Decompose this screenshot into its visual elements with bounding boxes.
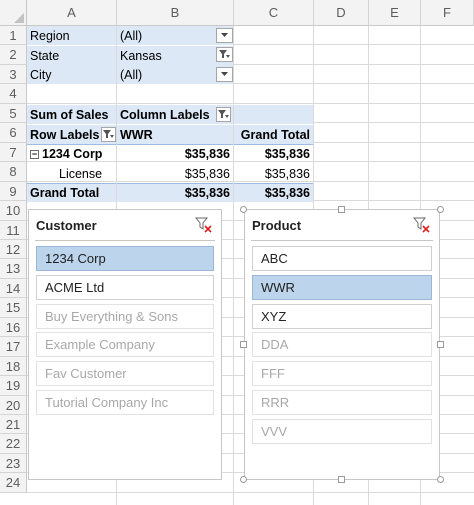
column-header-d[interactable]: D	[314, 0, 369, 26]
row-header[interactable]: 16	[0, 318, 27, 337]
row-header[interactable]: 22	[0, 434, 27, 454]
dropdown-arrow-icon	[221, 33, 228, 37]
row-header[interactable]: 5	[0, 104, 27, 123]
dropdown-arrow-icon	[221, 72, 228, 76]
row-labels-filter-button[interactable]	[101, 127, 116, 142]
row-header[interactable]: 4	[0, 84, 27, 104]
row-header[interactable]: 10	[0, 201, 27, 221]
product-slicer-title: Product	[252, 218, 302, 233]
clear-filter-icon[interactable]	[413, 216, 431, 234]
filter-icon	[219, 49, 230, 58]
row-header[interactable]: 24	[0, 473, 27, 493]
product-slicer-item[interactable]: FFF	[252, 361, 432, 387]
resize-handle[interactable]	[338, 476, 345, 483]
row-header[interactable]: 9	[0, 182, 27, 201]
column-header-f[interactable]: F	[421, 0, 474, 26]
pivot-row-company[interactable]: − 1234 Corp	[27, 144, 116, 163]
customer-slicer-item[interactable]: Fav Customer	[36, 361, 214, 387]
pivot-grand-wwr: $35,836	[117, 183, 233, 202]
resize-handle[interactable]	[240, 341, 247, 348]
row-header[interactable]: 18	[0, 357, 27, 376]
customer-slicer-item[interactable]: 1234 Corp	[36, 246, 214, 271]
pivot-sum-label: Sum of Sales	[27, 105, 116, 124]
collapse-icon[interactable]: −	[30, 149, 39, 159]
customer-slicer-item[interactable]: Tutorial Company Inc	[36, 390, 214, 415]
state-filter-button[interactable]	[216, 47, 233, 62]
spreadsheet: A B C D E F 1 2 3 4 5 6 7 8 9 10 11 12 13 14 15 16 17 18 1…	[0, 0, 474, 505]
row-header[interactable]: 1	[0, 26, 27, 45]
filter-label-state: State	[27, 46, 116, 65]
customer-slicer-item[interactable]: Buy Everything & Sons	[36, 303, 214, 329]
column-header-b[interactable]: B	[117, 0, 234, 26]
pivot-grand-total-label: Grand Total	[27, 183, 116, 202]
row-header[interactable]: 14	[0, 279, 27, 298]
pivot-col-wwr: WWR	[117, 125, 233, 144]
row-header[interactable]: 13	[0, 259, 27, 279]
resize-handle[interactable]	[437, 206, 444, 213]
pivot-company-total: $35,836	[234, 144, 313, 163]
resize-handle[interactable]	[240, 206, 247, 213]
pivot-license-label: License	[59, 166, 103, 181]
product-slicer-item[interactable]: VVV	[252, 418, 432, 444]
row-header[interactable]: 23	[0, 454, 27, 473]
row-header[interactable]: 8	[0, 162, 27, 182]
row-header[interactable]: 15	[0, 298, 27, 318]
row-header[interactable]: 21	[0, 415, 27, 434]
resize-handle[interactable]	[240, 476, 247, 483]
row-header[interactable]: 11	[0, 221, 27, 240]
product-slicer-item[interactable]: DDA	[252, 332, 432, 358]
row-header[interactable]: 6	[0, 123, 27, 143]
row-header[interactable]: 17	[0, 337, 27, 357]
pivot-grand-total: $35,836	[234, 183, 313, 202]
product-slicer-item[interactable]: ABC	[252, 246, 432, 271]
product-slicer[interactable]: Product ABC WWR XYZ DDA FFF RRR VVV	[244, 209, 440, 480]
resize-handle[interactable]	[437, 476, 444, 483]
pivot-license-wwr: $35,836	[184, 166, 230, 181]
pivot-grand-total-header: Grand Total	[234, 125, 313, 144]
customer-slicer-item[interactable]: ACME Ltd	[36, 274, 214, 300]
row-header[interactable]: 3	[0, 65, 27, 84]
customer-slicer-title: Customer	[36, 218, 97, 233]
filter-icon	[218, 109, 229, 118]
filter-icon	[103, 129, 114, 138]
pivot-company-label: 1234 Corp	[42, 147, 103, 161]
row-header[interactable]: 7	[0, 143, 27, 162]
customer-slicer-item[interactable]: Example Company	[36, 332, 214, 358]
resize-handle[interactable]	[437, 341, 444, 348]
row-header[interactable]: 2	[0, 45, 27, 65]
region-dropdown-button[interactable]	[216, 28, 233, 43]
city-dropdown-button[interactable]	[216, 67, 233, 82]
row-header[interactable]: 19	[0, 376, 27, 396]
column-labels-filter-button[interactable]	[216, 107, 231, 122]
column-header-c[interactable]: C	[234, 0, 314, 26]
filter-label-city: City	[27, 65, 116, 84]
customer-slicer[interactable]: Customer 1234 Corp ACME Ltd Buy Everything…	[28, 209, 222, 480]
product-slicer-item[interactable]: WWR	[252, 274, 432, 300]
filter-label-region: Region	[27, 26, 116, 45]
product-slicer-item[interactable]: XYZ	[252, 303, 432, 329]
resize-handle[interactable]	[338, 206, 345, 213]
pivot-license-total: $35,836	[264, 166, 310, 181]
clear-filter-icon[interactable]	[195, 216, 213, 234]
column-header-a[interactable]: A	[27, 0, 117, 26]
pivot-company-wwr: $35,836	[117, 144, 233, 163]
row-header[interactable]: 12	[0, 240, 27, 259]
column-header-e[interactable]: E	[369, 0, 421, 26]
product-slicer-item[interactable]: RRR	[252, 390, 432, 415]
row-header[interactable]: 20	[0, 396, 27, 415]
select-all-corner[interactable]	[0, 0, 27, 26]
